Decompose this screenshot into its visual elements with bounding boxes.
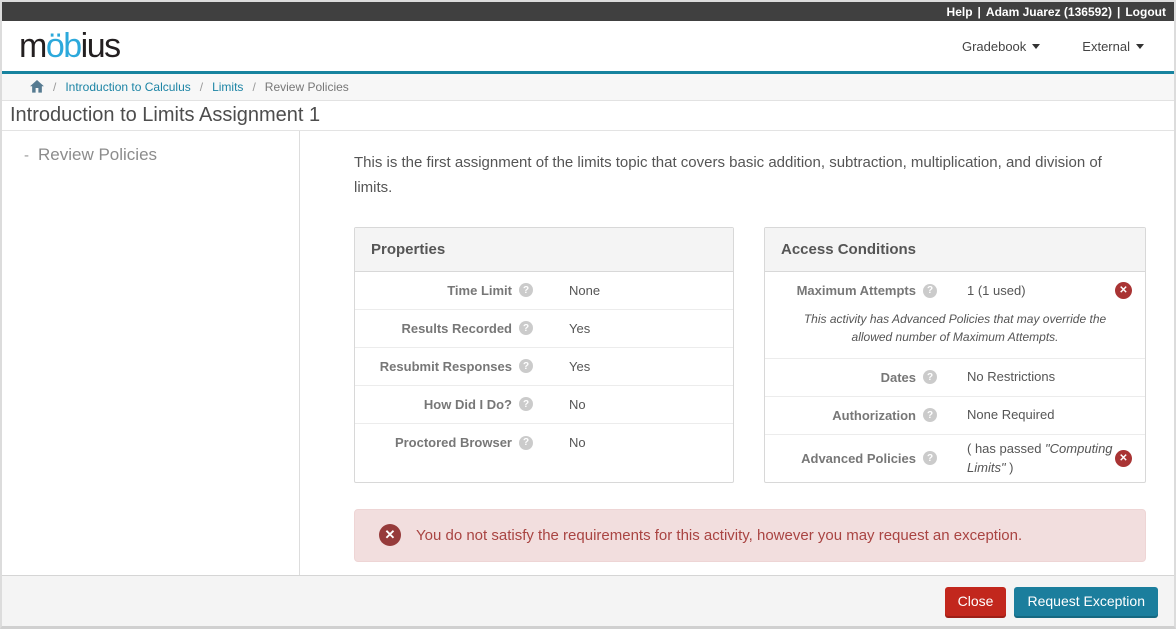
help-link[interactable]: Help [947, 5, 973, 19]
logo-text-accent: öb [45, 27, 82, 65]
logout-link[interactable]: Logout [1125, 5, 1166, 19]
app-header: möbius Gradebook External [2, 21, 1174, 71]
error-icon: ✕ [379, 524, 401, 546]
condition-value: None Required [967, 407, 1055, 423]
content-area: - Review Policies This is the first assig… [2, 131, 1174, 575]
condition-value: No Restrictions [967, 369, 1056, 385]
property-value: Yes [569, 320, 591, 336]
top-user-bar: Help | Adam Juarez (136592) | Logout [2, 2, 1174, 21]
user-profile-link[interactable]: Adam Juarez (136592) [986, 5, 1112, 19]
external-menu-label: External [1082, 38, 1130, 54]
table-row: Maximum Attempts? 1 (1 used) ✕ This acti… [765, 272, 1145, 359]
help-icon[interactable]: ? [923, 283, 937, 298]
chevron-down-icon [1032, 43, 1041, 49]
home-icon[interactable] [30, 80, 44, 93]
property-label: Proctored Browser [394, 435, 512, 450]
sidebar-item-label: Review Policies [38, 145, 158, 164]
main-panel: This is the first assignment of the limi… [300, 131, 1174, 575]
property-label: Results Recorded [401, 320, 512, 336]
help-icon[interactable]: ? [519, 321, 533, 335]
mobius-logo[interactable]: möbius [19, 27, 121, 65]
access-conditions-panel-title: Access Conditions [765, 227, 1145, 272]
table-row: Authorization? None Required [765, 397, 1145, 435]
table-row: Proctored Browser? No [355, 424, 733, 462]
logo-text: ius [80, 27, 121, 65]
info-panels: Properties Time Limit? None Results Reco… [354, 226, 1146, 483]
table-row: Time Limit? None [355, 272, 733, 310]
breadcrumb-separator: / [53, 80, 57, 94]
condition-label: Maximum Attempts [796, 283, 916, 298]
separator: | [977, 4, 981, 19]
condition-label: Advanced Policies [801, 450, 916, 466]
table-row: Resubmit Responses? Yes [355, 348, 733, 386]
advanced-policies-note: This activity has Advanced Policies that… [803, 311, 1107, 344]
not-satisfied-icon: ✕ [1115, 449, 1132, 467]
help-icon[interactable]: ? [923, 370, 937, 384]
property-value: None [569, 282, 601, 298]
chevron-down-icon [1136, 43, 1144, 49]
sidebar: - Review Policies [2, 131, 300, 575]
breadcrumb-current: Review Policies [264, 80, 349, 94]
not-satisfied-icon: ✕ [1115, 282, 1132, 299]
condition-value: ( has passed "Computing Limits" ) [967, 440, 1113, 476]
help-icon[interactable]: ? [519, 359, 533, 373]
condition-label: Dates [880, 369, 916, 385]
property-label: Time Limit [447, 282, 512, 298]
header-nav: Gradebook External [962, 39, 1144, 54]
breadcrumb-separator: / [199, 80, 204, 94]
property-value: No [569, 435, 586, 450]
app-window: Help | Adam Juarez (136592) | Logout möb… [0, 0, 1176, 629]
help-icon[interactable]: ? [923, 451, 937, 465]
access-conditions-panel: Access Conditions Maximum Attempts? 1 (1… [764, 226, 1146, 483]
gradebook-menu-label: Gradebook [961, 38, 1027, 54]
logo-text: m [19, 27, 47, 65]
separator: | [1116, 4, 1121, 19]
table-row: Dates? No Restrictions [765, 359, 1145, 397]
title-bar: Introduction to Limits Assignment 1 [2, 101, 1174, 131]
breadcrumb-link-unit[interactable]: Limits [212, 80, 243, 94]
close-button[interactable]: Close [944, 586, 1007, 616]
help-icon[interactable]: ? [519, 435, 533, 450]
breadcrumb: / Introduction to Calculus / Limits / Re… [2, 74, 1174, 101]
table-row: Results Recorded? Yes [355, 310, 733, 348]
external-menu[interactable]: External [1082, 39, 1144, 54]
request-exception-button[interactable]: Request Exception [1014, 586, 1158, 616]
page-title: Introduction to Limits Assignment 1 [10, 104, 321, 126]
property-label: How Did I Do? [423, 396, 512, 412]
table-row: Advanced Policies? ( has passed "Computi… [765, 435, 1145, 482]
property-value: Yes [569, 358, 591, 374]
assignment-description: This is the first assignment of the limi… [354, 154, 1102, 196]
property-value: No [569, 396, 586, 412]
gradebook-menu[interactable]: Gradebook [961, 38, 1041, 54]
requirements-alert: ✕ You do not satisfy the requirements fo… [354, 508, 1146, 562]
sidebar-item-review-policies[interactable]: - Review Policies [24, 145, 299, 165]
footer-bar: Close Request Exception [2, 575, 1174, 626]
table-row: How Did I Do?? No [355, 386, 733, 424]
properties-panel: Properties Time Limit? None Results Reco… [354, 226, 734, 483]
condition-label: Authorization [832, 407, 916, 423]
help-icon[interactable]: ? [519, 397, 533, 411]
collapse-marker-icon[interactable]: - [24, 147, 29, 164]
condition-value: 1 (1 used) [967, 282, 1026, 298]
property-label: Resubmit Responses [379, 358, 512, 374]
breadcrumb-separator: / [252, 80, 256, 94]
breadcrumb-link-course[interactable]: Introduction to Calculus [65, 80, 190, 94]
alert-message: You do not satisfy the requirements for … [416, 526, 1023, 544]
properties-panel-title: Properties [355, 227, 733, 272]
help-icon[interactable]: ? [519, 283, 533, 297]
help-icon[interactable]: ? [923, 408, 937, 422]
